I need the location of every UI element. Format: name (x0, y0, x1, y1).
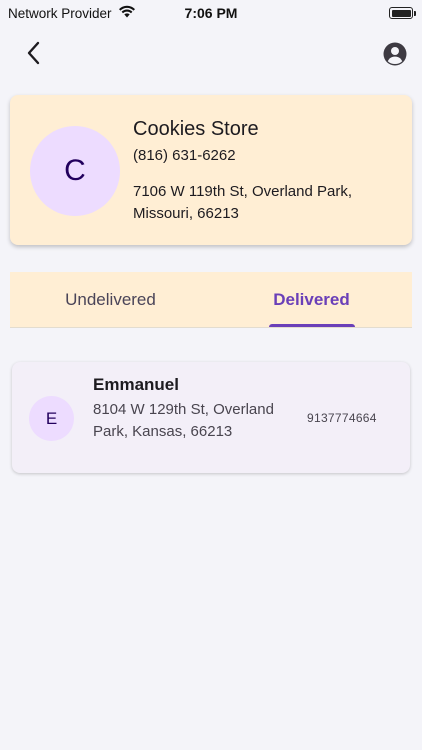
tab-undelivered[interactable]: Undelivered (10, 272, 211, 328)
tab-undelivered-label: Undelivered (65, 290, 156, 309)
store-avatar-initial: C (64, 154, 86, 187)
status-bar: Network Provider 7:06 PM (0, 0, 422, 26)
wifi-icon (118, 5, 136, 21)
store-avatar: C (30, 126, 120, 216)
tab-indicator (269, 324, 355, 327)
list-item[interactable]: E Emmanuel 8104 W 129th St, Overland Par… (12, 362, 410, 473)
delivery-tabs: Undelivered Delivered (10, 272, 412, 328)
tab-delivered-label: Delivered (273, 290, 350, 309)
store-address: 7106 W 119th St, Overland Park, Missouri… (133, 183, 353, 222)
account-circle-icon (382, 42, 408, 71)
battery-icon (389, 7, 416, 19)
store-card: C Cookies Store (816) 631-6262 7106 W 11… (10, 95, 412, 245)
chevron-left-icon (26, 41, 40, 70)
store-phone: (816) 631-6262 (133, 147, 236, 164)
back-button[interactable] (18, 40, 48, 70)
customer-avatar-initial: E (45, 408, 58, 428)
tab-delivered[interactable]: Delivered (211, 272, 412, 328)
carrier-label: Network Provider (8, 5, 112, 21)
customer-name: Emmanuel (93, 375, 179, 394)
customer-avatar: E (29, 396, 74, 441)
customer-address: 8104 W 129th St, Overland Park, Kansas, … (93, 401, 274, 440)
status-left: Network Provider (8, 5, 136, 21)
customer-phone: 9137774664 (307, 411, 377, 425)
profile-button[interactable] (382, 41, 408, 67)
store-name: Cookies Store (133, 118, 259, 140)
